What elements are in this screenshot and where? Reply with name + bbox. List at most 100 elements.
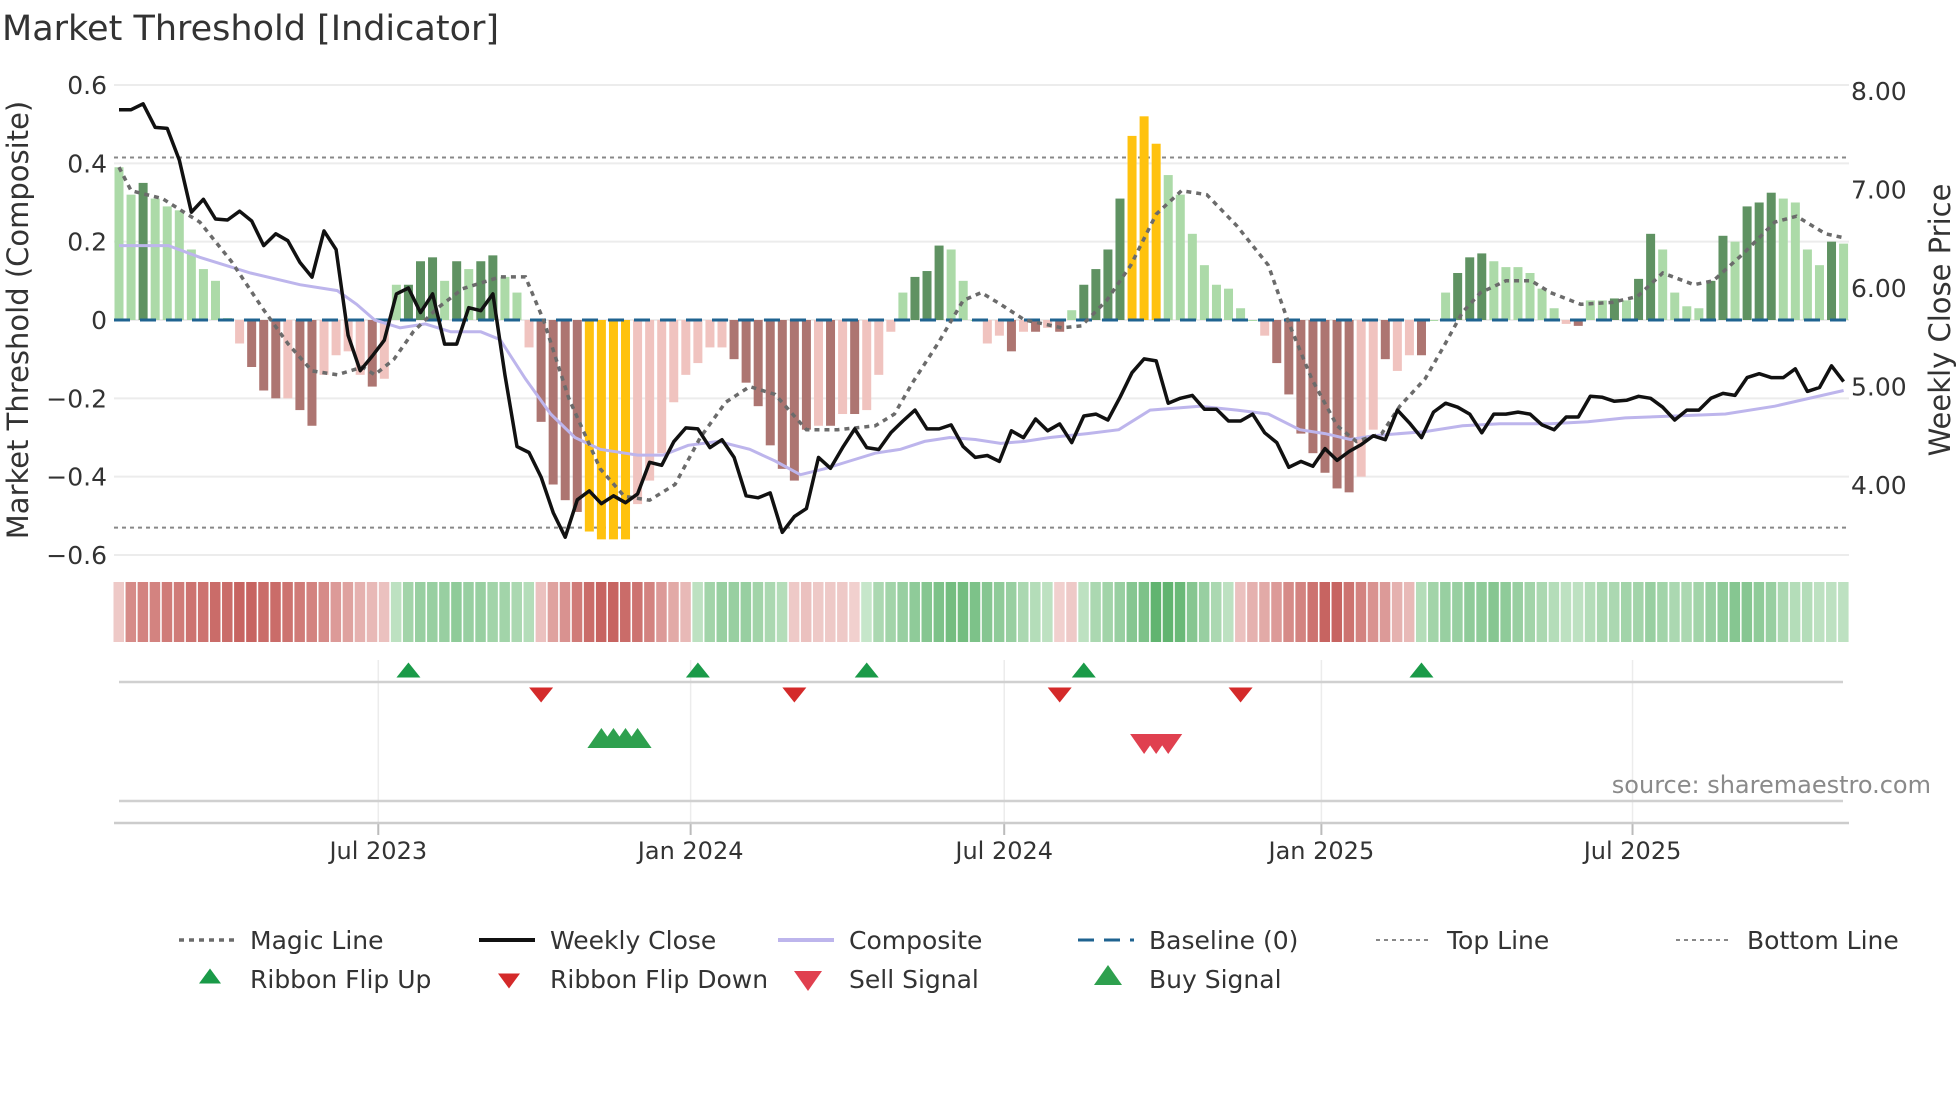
ribbon-cell	[294, 582, 305, 642]
y2-tick-label: 5.00	[1851, 373, 1907, 402]
composite-bar	[1103, 249, 1113, 320]
ribbon-cell	[270, 582, 281, 642]
ribbon-cell	[1078, 582, 1089, 642]
ribbon-cell	[402, 582, 414, 642]
ribbon-cell	[511, 582, 522, 642]
ribbon-cell	[861, 582, 872, 642]
ribbon-cell	[1223, 582, 1234, 642]
composite-bar	[1658, 249, 1668, 320]
ribbon-cell	[1681, 582, 1692, 642]
ribbon-cell	[1102, 582, 1113, 642]
composite-bar	[1501, 267, 1511, 320]
ribbon-cell	[366, 582, 378, 642]
ribbon-cell	[499, 582, 510, 642]
composite-bar	[910, 276, 920, 320]
ribbon-cell	[800, 582, 812, 642]
ribbon-cell	[378, 582, 390, 642]
ribbon-cell	[1440, 582, 1451, 642]
ribbon-cell	[1367, 582, 1379, 642]
ribbon-cell	[1391, 582, 1403, 642]
ribbon-cell	[125, 582, 137, 642]
ribbon-cell	[1235, 582, 1246, 642]
legend-label: Magic Line	[250, 926, 384, 955]
ribbon-flip-up-marker	[1071, 662, 1096, 678]
ribbon-cell	[1138, 582, 1150, 642]
composite-bar	[271, 320, 281, 399]
ribbon-cell	[246, 582, 257, 642]
ribbon-cell	[1777, 582, 1789, 642]
composite-bar	[247, 320, 257, 368]
composite-bar	[283, 320, 293, 399]
composite-bar	[1465, 257, 1475, 320]
ribbon-cell	[1005, 582, 1017, 642]
ribbon-cell	[209, 582, 221, 642]
composite-bar	[1368, 320, 1378, 430]
composite-bar	[1248, 320, 1258, 321]
ribbon-cell	[571, 582, 583, 642]
ribbon-cell	[1114, 582, 1125, 642]
composite-bar	[584, 320, 594, 532]
ribbon-cell	[1512, 582, 1523, 642]
legend-item: Sell Signal	[794, 965, 979, 994]
ribbon-strip	[113, 582, 1849, 642]
y-tick-label: 0.6	[67, 71, 107, 100]
ribbon-cell	[1174, 582, 1186, 642]
composite-bar	[126, 194, 136, 320]
composite-bar	[1356, 320, 1366, 477]
composite-bar	[813, 320, 823, 426]
ribbon-cell	[1741, 582, 1753, 642]
composite-bar	[934, 245, 944, 320]
ribbon-cell	[306, 582, 317, 642]
ribbon-cell	[812, 582, 824, 642]
composite-bar	[1199, 265, 1209, 320]
composite-bar	[452, 261, 462, 320]
ribbon-cell	[427, 582, 438, 642]
composite-bar	[1718, 235, 1728, 320]
y-tick-label: 0	[91, 306, 107, 335]
ribbon-cell	[1030, 582, 1041, 642]
ribbon-cell	[849, 582, 860, 642]
composite-bar	[1187, 233, 1197, 320]
ribbon-cell	[197, 582, 209, 642]
composite-bar	[1380, 320, 1390, 360]
composite-bar	[753, 320, 763, 407]
ribbon-cell	[173, 582, 185, 642]
legend-label: Ribbon Flip Down	[550, 965, 768, 994]
y2-tick-label: 7.00	[1851, 176, 1907, 205]
composite-bar	[1766, 192, 1776, 320]
ribbon-cell	[1765, 582, 1777, 642]
ribbon-cell	[1452, 582, 1463, 642]
composite-bar	[1344, 320, 1354, 493]
composite-bar	[1682, 306, 1692, 320]
ribbon-cell	[1271, 582, 1282, 642]
ribbon-cell	[1560, 582, 1572, 642]
ribbon-cell	[740, 582, 752, 642]
composite-bar	[886, 320, 896, 332]
legend-sell-icon	[794, 971, 822, 991]
ribbon-flip-up-marker	[396, 662, 421, 678]
composite-bar	[801, 320, 811, 430]
legend-item: Top Line	[1376, 926, 1549, 955]
legend-label: Composite	[849, 926, 982, 955]
ribbon-cell	[1319, 582, 1330, 642]
ribbon-cell	[1596, 582, 1608, 642]
composite-bar	[693, 320, 703, 364]
x-tick-label: Jan 2025	[1267, 837, 1375, 865]
magic-line	[117, 166, 1844, 503]
composite-bar	[1236, 308, 1246, 320]
legend-flip-up-icon	[199, 968, 221, 984]
ribbon-cell	[1488, 582, 1499, 642]
y-tick-label: 0.2	[67, 228, 107, 257]
composite-bar	[1754, 202, 1764, 320]
ribbon-cell	[788, 582, 800, 642]
composite-bar	[681, 320, 691, 375]
ribbon-cell	[921, 582, 933, 642]
ribbon-cell	[1572, 582, 1584, 642]
composite-bar	[898, 292, 908, 320]
x-tick-label: Jul 2025	[1582, 837, 1682, 865]
composite-bar	[295, 320, 305, 411]
composite-bar	[1561, 320, 1571, 324]
ribbon-cell	[113, 582, 124, 642]
ribbon-cell	[487, 582, 498, 642]
ribbon-cell	[837, 582, 848, 642]
